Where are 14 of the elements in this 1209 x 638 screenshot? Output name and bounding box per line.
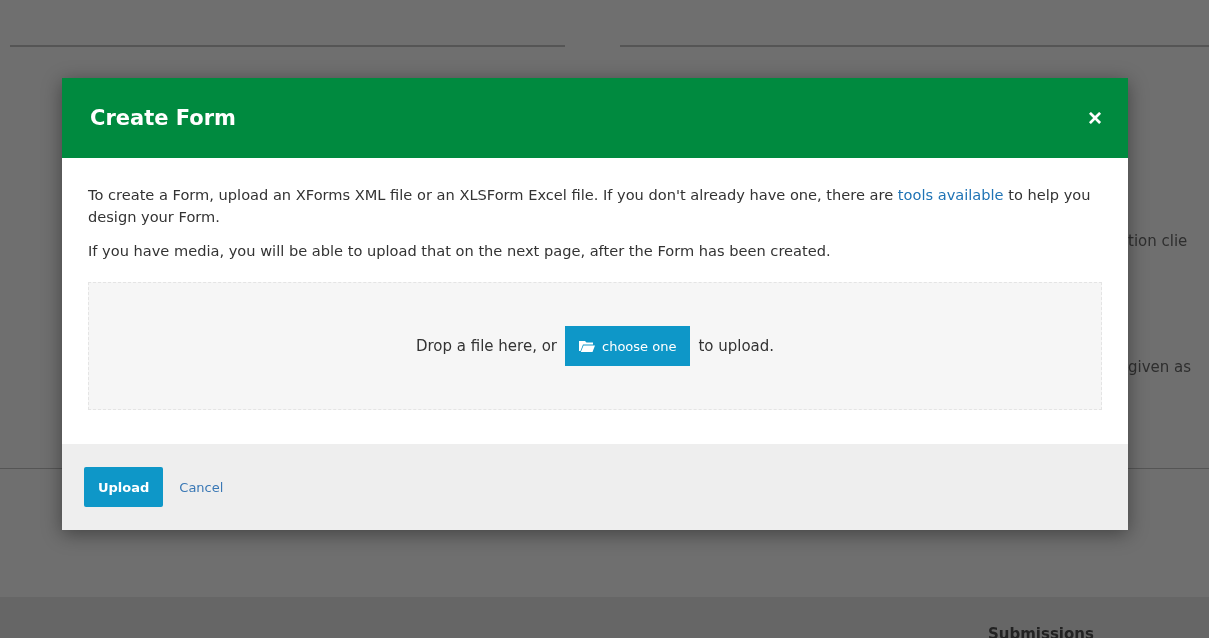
cancel-link[interactable]: Cancel: [179, 479, 224, 495]
tools-link[interactable]: tools available: [897, 186, 1004, 203]
intro-paragraph: To create a Form, upload an XForms XML file or an XLSForm Excel file. If you don't already have one, there are tools available to help you design your Form.: [88, 185, 1092, 227]
dialog-title: Create Form: [90, 106, 236, 130]
background-text: given as: [1128, 358, 1193, 376]
upload-button[interactable]: Upload: [84, 467, 164, 507]
media-note: If you have media, you will be able to upload that on the next page, after the Form has been created.: [88, 241, 832, 261]
drop-zone[interactable]: Drop a file here, or choose one to upload.: [88, 282, 1102, 410]
choose-file-button[interactable]: choose one: [565, 326, 691, 366]
folder-icon: [579, 340, 595, 352]
drop-text: Drop a file here, or: [415, 337, 557, 355]
background-text: tion clie: [1128, 232, 1189, 250]
drop-text: to upload.: [698, 337, 775, 355]
close-button[interactable]: ×: [1088, 104, 1102, 132]
